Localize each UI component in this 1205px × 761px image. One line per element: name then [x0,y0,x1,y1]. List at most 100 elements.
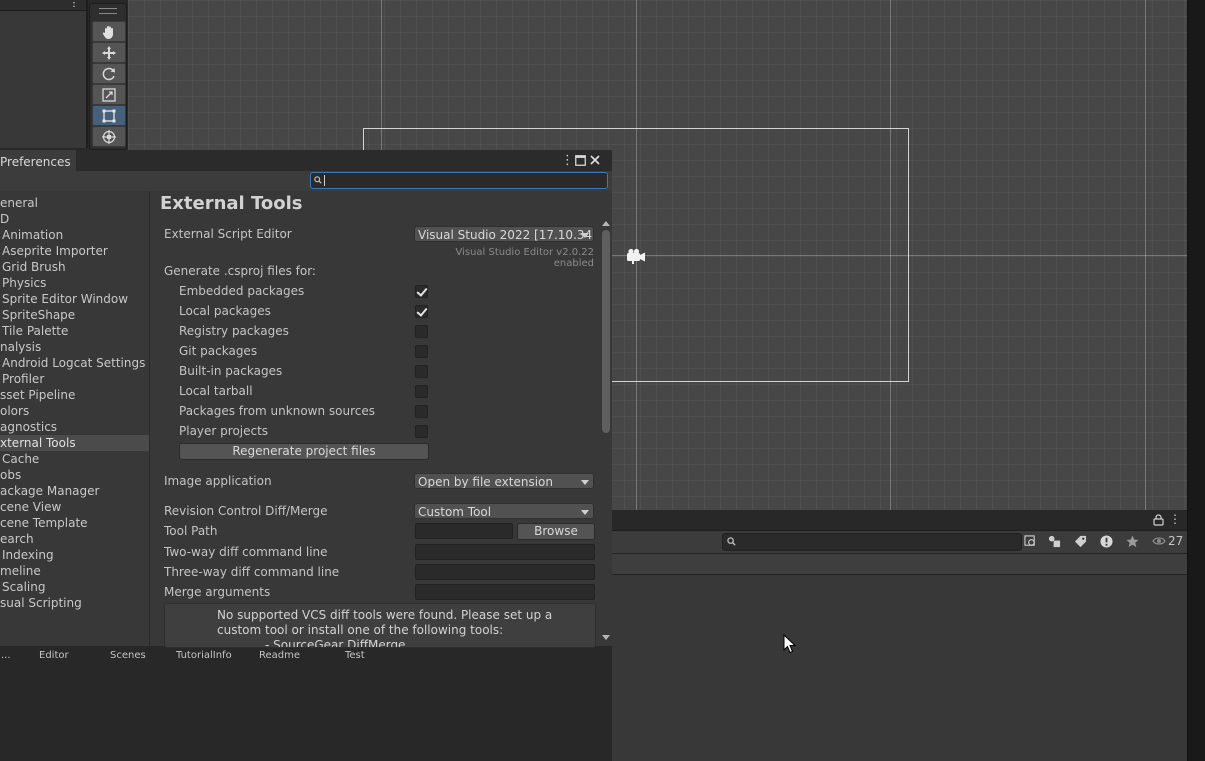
sidebar-item[interactable]: Sprite Editor Window [0,291,151,307]
rotate-icon [102,67,115,80]
browse-button[interactable]: Browse [517,523,595,540]
sidebar-item[interactable]: nalysis [0,339,149,355]
sidebar-item[interactable]: agnostics [0,419,149,435]
revision-control-dropdown[interactable]: Custom Tool [414,503,594,519]
project-search-input[interactable] [722,533,1022,551]
close-icon[interactable] [590,155,600,165]
panel-divider [86,0,88,148]
sidebar-item[interactable]: Tile Palette [0,323,151,339]
image-application-label: Image application [164,474,272,488]
move-tool-button[interactable] [92,42,126,63]
sidebar-item[interactable]: ackage Manager [0,483,149,499]
package-option-label: Embedded packages [179,284,305,298]
external-script-editor-label: External Script Editor [164,227,292,241]
embedded-packages-checkbox[interactable] [415,285,428,298]
preferences-search-input[interactable] [310,172,608,189]
sidebar-item[interactable]: SpriteShape [0,307,151,323]
revision-control-label: Revision Control Diff/Merge [164,504,328,518]
sidebar-item-external-tools[interactable]: xternal Tools [0,435,149,451]
maximize-icon[interactable] [575,154,586,166]
two-way-diff-input[interactable] [415,544,595,560]
preferences-tab[interactable]: Preferences [0,150,76,173]
scale-tool-button[interactable] [92,84,126,105]
scroll-up-icon[interactable] [602,221,610,226]
generate-csproj-label: Generate .csproj files for: [164,264,316,278]
panel-menu-icon[interactable]: ⋮ [1169,512,1181,526]
scrollbar-thumb[interactable] [602,230,610,433]
external-script-editor-dropdown[interactable]: Visual Studio 2022 [17.10.34! [414,226,594,242]
sidebar-item[interactable]: cene Template [0,515,149,531]
search-by-type-button[interactable] [1020,532,1040,550]
camera-gizmo-icon[interactable] [625,247,647,265]
hand-icon [102,25,113,39]
favorites-button[interactable] [1122,532,1142,550]
player-projects-checkbox[interactable] [415,425,428,438]
search-by-type-button-2[interactable] [1044,532,1064,550]
git-packages-checkbox[interactable] [415,345,428,358]
folder-tab[interactable]: Scenes [110,647,146,665]
folder-tab[interactable]: Test [345,647,365,665]
help-tool-item: - SourceGear DiffMerge [265,638,406,648]
folder-tab[interactable]: ... [1,647,11,665]
local-packages-checkbox[interactable] [415,305,428,318]
scale-icon [102,87,116,102]
image-application-dropdown[interactable]: Open by file extension [414,473,594,489]
merge-arguments-input[interactable] [415,584,595,600]
sidebar-item[interactable]: D [0,211,149,227]
lock-icon[interactable] [1153,514,1164,526]
sidebar-item[interactable]: Indexing [0,547,151,563]
registry-packages-checkbox[interactable] [415,325,428,338]
sidebar-item[interactable]: meline [0,563,149,579]
sidebar-item[interactable]: Android Logcat Settings [0,355,151,371]
transform-icon [102,129,116,144]
builtin-packages-checkbox[interactable] [415,365,428,378]
sidebar-item[interactable]: Animation [0,227,151,243]
sidebar-item[interactable]: earch [0,531,149,547]
text-caret [324,175,325,186]
window-menu-icon[interactable]: ⋮ [561,153,574,168]
local-tarball-checkbox[interactable] [415,385,428,398]
sidebar-item[interactable]: Physics [0,275,151,291]
chevron-down-icon [581,233,589,238]
folder-tab[interactable]: Readme [259,647,300,665]
sidebar-item[interactable]: obs [0,467,149,483]
search-filter-icon [1023,534,1035,546]
transform-tool-button[interactable] [92,126,126,147]
folder-tab[interactable]: Editor [39,647,69,665]
sidebar-item[interactable]: olors [0,403,149,419]
sidebar-item[interactable]: Profiler [0,371,151,387]
search-icon [314,176,322,184]
folder-tab[interactable]: TutorialInfo [176,647,232,665]
dropdown-value: Visual Studio 2022 [17.10.34! [418,228,594,242]
tool-path-input[interactable] [415,523,513,539]
sidebar-item[interactable]: sual Scripting [0,595,149,611]
sidebar-item[interactable]: Aseprite Importer [0,243,151,259]
eye-icon [1152,537,1166,545]
sidebar-item[interactable]: sset Pipeline [0,387,149,403]
rect-tool-button[interactable] [92,105,126,126]
sidebar-item[interactable]: cene View [0,499,149,515]
search-by-label-button[interactable] [1070,532,1090,550]
rotate-tool-button[interactable] [92,63,126,84]
package-option-label: Registry packages [179,324,289,338]
sidebar-item[interactable]: Scaling [0,579,151,595]
chevron-down-icon [581,480,589,485]
hierarchy-menu-icon[interactable]: ⋮ [68,0,80,9]
overlay-grip-handle[interactable] [99,8,117,14]
package-option-label: Git packages [179,344,258,358]
sidebar-item[interactable]: Grid Brush [0,259,151,275]
shapes-icon [1048,535,1060,547]
sidebar-item[interactable]: Cache [0,451,151,467]
preferences-title-bar[interactable] [0,150,612,172]
scroll-down-icon[interactable] [602,635,610,640]
vcs-help-box: No supported VCS diff tools were found. … [164,603,596,648]
log-types-button[interactable] [1096,532,1116,550]
unknown-sources-checkbox[interactable] [415,405,428,418]
three-way-diff-input[interactable] [415,564,595,580]
sidebar-item[interactable]: eneral [0,195,149,211]
visibility-count[interactable]: 27 [1152,534,1183,548]
regenerate-project-files-button[interactable]: Regenerate project files [179,443,429,460]
help-message: No supported VCS diff tools were found. … [217,608,553,637]
hand-tool-button[interactable] [92,21,126,42]
search-icon [727,537,736,546]
